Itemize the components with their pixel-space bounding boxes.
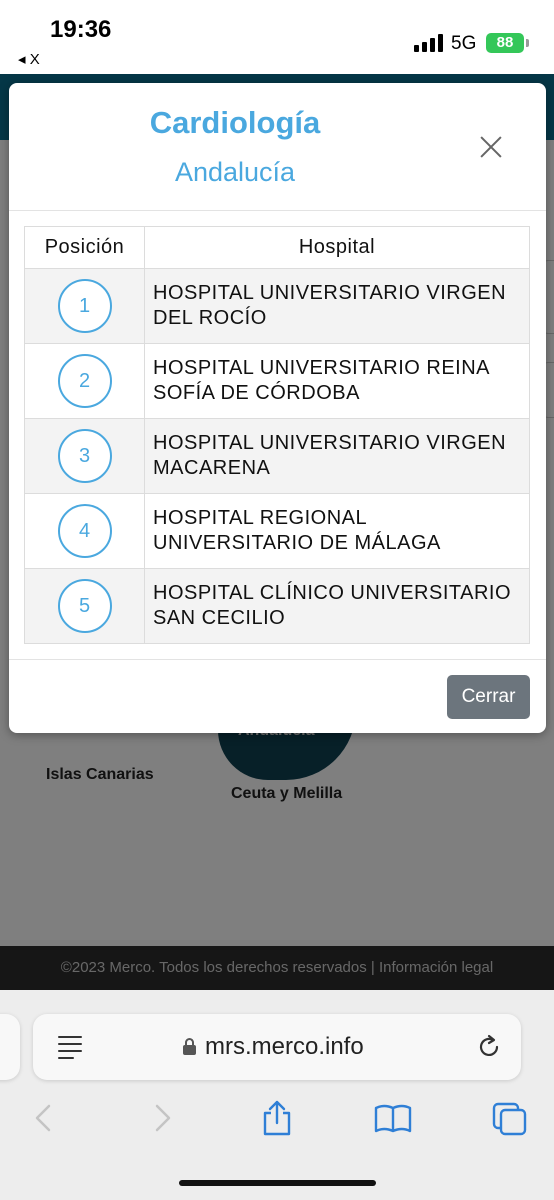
position-badge: 4 xyxy=(57,504,112,558)
status-time: 19:36 xyxy=(50,16,112,43)
hospital-name: HOSPITAL CLÍNICO UNIVERSITARIO SAN CECIL… xyxy=(144,568,530,644)
hospital-name: HOSPITAL UNIVERSITARIO REINA SOFÍA DE CÓ… xyxy=(144,343,530,419)
modal-subtitle: Andalucía xyxy=(174,157,296,187)
forward-arrow-icon[interactable] xyxy=(142,1098,182,1138)
signal-icon xyxy=(414,34,444,52)
position-badge: 3 xyxy=(57,429,112,483)
battery-icon: 88 xyxy=(486,33,524,53)
position-badge: 5 xyxy=(57,579,112,633)
network-type: 5G xyxy=(451,33,477,54)
table-row: 1 HOSPITAL UNIVERSITARIO VIRGEN DEL ROCÍ… xyxy=(24,268,530,344)
table-header-row: Posición Hospital xyxy=(24,226,530,269)
column-header-hospital: Hospital xyxy=(144,226,530,269)
ranking-table: Posición Hospital 1 HOSPITAL UNIVERSITAR… xyxy=(24,226,530,644)
position-cell: 1 xyxy=(24,268,145,344)
position-badge: 2 xyxy=(57,354,112,408)
table-row: 3 HOSPITAL UNIVERSITARIO VIRGEN MACARENA xyxy=(24,418,530,494)
hospital-name: HOSPITAL REGIONAL UNIVERSITARIO DE MÁLAG… xyxy=(144,493,530,569)
battery-cap xyxy=(526,39,529,47)
status-bar: 19:36 ◂ X 5G 88 xyxy=(0,0,554,74)
position-cell: 3 xyxy=(24,418,145,494)
reader-icon[interactable] xyxy=(58,1034,82,1060)
reload-icon[interactable] xyxy=(475,1033,503,1061)
position-cell: 2 xyxy=(24,343,145,419)
address-bar[interactable]: mrs.merco.info xyxy=(33,1014,521,1080)
ranking-modal: Cardiología Andalucía Posición Hospital … xyxy=(9,83,546,733)
lock-icon xyxy=(183,1038,196,1055)
bookmarks-icon[interactable] xyxy=(373,1098,413,1138)
table-row: 4 HOSPITAL REGIONAL UNIVERSITARIO DE MÁL… xyxy=(24,493,530,569)
share-icon[interactable] xyxy=(257,1098,297,1138)
hospital-name: HOSPITAL UNIVERSITARIO VIRGEN DEL ROCÍO xyxy=(144,268,530,344)
tabs-icon[interactable] xyxy=(490,1098,530,1138)
position-badge: 1 xyxy=(57,279,112,333)
back-arrow-icon[interactable] xyxy=(24,1098,64,1138)
position-cell: 4 xyxy=(24,493,145,569)
browser-toolbar: mrs.merco.info xyxy=(0,990,554,1200)
column-header-position: Posición xyxy=(24,226,145,269)
modal-footer: Cerrar xyxy=(9,659,546,733)
url-text[interactable]: mrs.merco.info xyxy=(205,1033,364,1061)
position-cell: 5 xyxy=(24,568,145,644)
modal-header: Cardiología Andalucía xyxy=(9,83,546,211)
cerrar-button[interactable]: Cerrar xyxy=(447,675,530,719)
hospital-name: HOSPITAL UNIVERSITARIO VIRGEN MACARENA xyxy=(144,418,530,494)
table-row: 5 HOSPITAL CLÍNICO UNIVERSITARIO SAN CEC… xyxy=(24,568,530,644)
close-icon[interactable] xyxy=(475,131,507,163)
previous-tab-pill[interactable] xyxy=(0,1014,20,1080)
battery-level: 88 xyxy=(496,34,514,51)
back-to-app-link[interactable]: ◂ X xyxy=(18,50,40,68)
modal-title: Cardiología xyxy=(149,105,321,140)
table-row: 2 HOSPITAL UNIVERSITARIO REINA SOFÍA DE … xyxy=(24,343,530,419)
home-indicator xyxy=(179,1180,376,1186)
